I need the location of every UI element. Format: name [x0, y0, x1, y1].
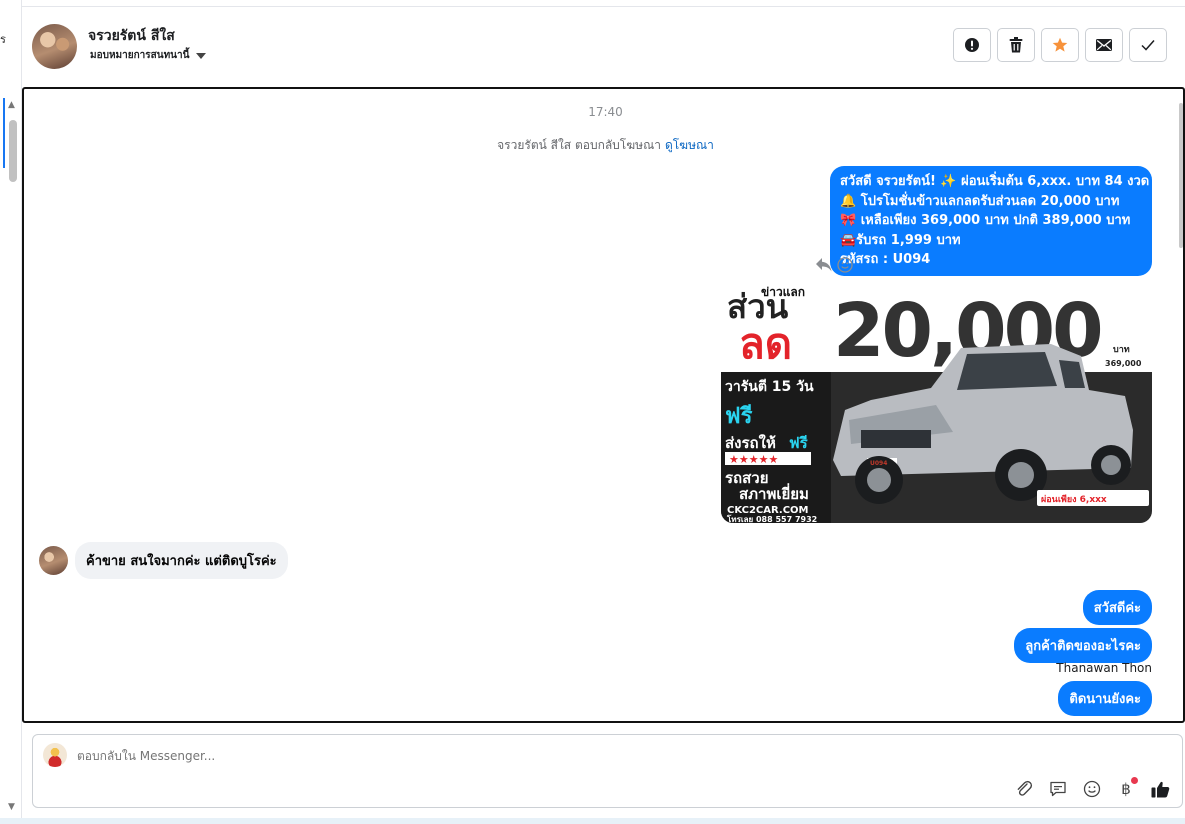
- reply-composer: ฿: [32, 734, 1183, 808]
- ad-message-line: 🚘รับรถ 1,999 บาท: [840, 232, 961, 248]
- thread-scrollbar[interactable]: [1175, 89, 1183, 721]
- thumbs-up-icon: [1151, 781, 1169, 798]
- contact-avatar[interactable]: [32, 24, 77, 69]
- star-button[interactable]: [1041, 28, 1079, 62]
- ad-deliver: ส่งรถให้: [725, 434, 776, 452]
- ad-image-attachment[interactable]: ข่าวแลก ส่วน ลด 20,000 บาท 369,000 U094 …: [721, 280, 1152, 523]
- outgoing-message-bubble[interactable]: ติดนานยังคะ: [1058, 681, 1152, 716]
- baht-icon: ฿: [1121, 780, 1131, 798]
- ad-price-small: 369,000: [1105, 359, 1142, 368]
- license-plate: U094: [870, 460, 887, 467]
- alert-circle-icon: [965, 38, 979, 52]
- scroll-down-arrow-icon[interactable]: ▼: [8, 802, 15, 812]
- ad-condition: สภาพเยี่ยม: [739, 483, 809, 503]
- assign-conversation-dropdown[interactable]: มอบหมายการสนทนานี้: [90, 48, 207, 63]
- ad-unit: บาท: [1113, 345, 1130, 355]
- message-timestamp: 17:40: [588, 105, 623, 119]
- scroll-up-arrow-icon[interactable]: ▲: [8, 100, 15, 110]
- payment-button[interactable]: ฿: [1116, 777, 1138, 799]
- ad-text-big2: ลด: [739, 319, 792, 368]
- attach-button[interactable]: [1014, 779, 1034, 799]
- bottom-edge: [0, 818, 1185, 824]
- outgoing-message-bubble[interactable]: ลูกค้าติดของอะไรคะ: [1014, 628, 1152, 663]
- scrollbar-thumb[interactable]: [9, 120, 17, 182]
- incoming-message-bubble[interactable]: ค้าขาย สนใจมากค่ะ แต่ติดบูโรค่ะ: [75, 542, 288, 579]
- spam-button[interactable]: [953, 28, 991, 62]
- conversation-header: จรวยรัตน์ สีใส มอบหมายการสนทนานี้: [22, 7, 1185, 87]
- ad-message-line: สวัสดี จรวยรัตน์! ✨ ผ่อนเริ่มต้น 6,xxx. …: [840, 174, 1150, 189]
- ad-reply-note: จรวยรัตน์ สีใส ตอบกลับโฆษณา ดูโฆษณา: [24, 136, 1183, 155]
- composer-tools: ฿: [1014, 777, 1170, 799]
- emoji-button[interactable]: [1082, 779, 1102, 799]
- ad-phone: โทรเลย 088 557 7932: [726, 514, 817, 523]
- smiley-icon: [1083, 780, 1101, 798]
- ad-free1: ฟรี: [725, 404, 753, 429]
- page-avatar: [43, 743, 67, 767]
- sender-name: Thanawan Thon: [1056, 661, 1152, 675]
- messenger-inbox: ร ▲ ▼ จรวยรัตน์ สีใส มอบหมายการสนทนานี้: [0, 0, 1185, 824]
- ad-message-bubble[interactable]: สวัสดี จรวยรัตน์! ✨ ผ่อนเริ่มต้น 6,xxx. …: [830, 166, 1152, 276]
- contact-avatar-small[interactable]: [39, 546, 68, 575]
- outgoing-message-bubble[interactable]: สวัสดีค่ะ: [1082, 590, 1152, 625]
- ad-graphic: ข่าวแลก ส่วน ลด 20,000 บาท 369,000 U094 …: [721, 280, 1152, 523]
- ad-message-line: รหัสรถ : U094: [840, 252, 931, 267]
- envelope-icon: [1096, 39, 1112, 51]
- trash-icon: [1009, 37, 1023, 53]
- ad-warranty: วารันตี 15 วัน: [725, 379, 814, 395]
- ad-reply-text: จรวยรัตน์ สีใส ตอบกลับโฆษณา: [497, 138, 661, 152]
- list-scrollbar[interactable]: ▲ ▼: [8, 100, 18, 812]
- conversation-list-edge: ร ▲ ▼: [0, 0, 22, 824]
- emoji-react-icon[interactable]: [837, 257, 853, 273]
- reply-icon[interactable]: [815, 257, 833, 273]
- reply-input[interactable]: [77, 749, 977, 763]
- view-ad-link[interactable]: ดูโฆษณา: [665, 138, 714, 152]
- saved-replies-button[interactable]: [1048, 779, 1068, 799]
- paperclip-icon: [1017, 780, 1033, 796]
- ad-message-line: 🎀 เหลือเพียง 369,000 บาท ปกติ 389,000 บา…: [840, 213, 1131, 228]
- done-button[interactable]: [1129, 28, 1167, 62]
- message-tools: [815, 257, 853, 273]
- like-button[interactable]: [1150, 779, 1170, 799]
- delete-button[interactable]: [997, 28, 1035, 62]
- ad-installment: ผ่อนเพียง 6,xxx: [1041, 494, 1107, 505]
- caret-down-icon: [196, 52, 207, 59]
- contact-name[interactable]: จรวยรัตน์ สีใส: [88, 25, 175, 47]
- ad-message-line: 🔔 โปรโมชั่นข้าวแลกลดรับส่วนลด 20,000 บาท: [840, 193, 1120, 209]
- ad-stars: ★★★★★: [729, 453, 778, 466]
- header-actions: [953, 28, 1167, 62]
- scrollbar-thumb[interactable]: [1179, 103, 1183, 248]
- star-icon: [1052, 37, 1068, 52]
- assign-label: มอบหมายการสนทนานี้: [90, 50, 190, 61]
- mark-unread-button[interactable]: [1085, 28, 1123, 62]
- message-thread[interactable]: 17:40 จรวยรัตน์ สีใส ตอบกลับโฆษณา ดูโฆษณา…: [22, 87, 1185, 723]
- check-icon: [1141, 40, 1155, 51]
- incoming-message-row: ค้าขาย สนใจมากค่ะ แต่ติดบูโรค่ะ: [39, 542, 288, 579]
- chat-bubble-icon: [1050, 781, 1066, 797]
- notification-dot: [1131, 777, 1138, 784]
- ad-free2: ฟรี: [789, 434, 809, 452]
- active-conversation-indicator: [3, 98, 5, 168]
- truncated-list-text: ร: [0, 33, 6, 46]
